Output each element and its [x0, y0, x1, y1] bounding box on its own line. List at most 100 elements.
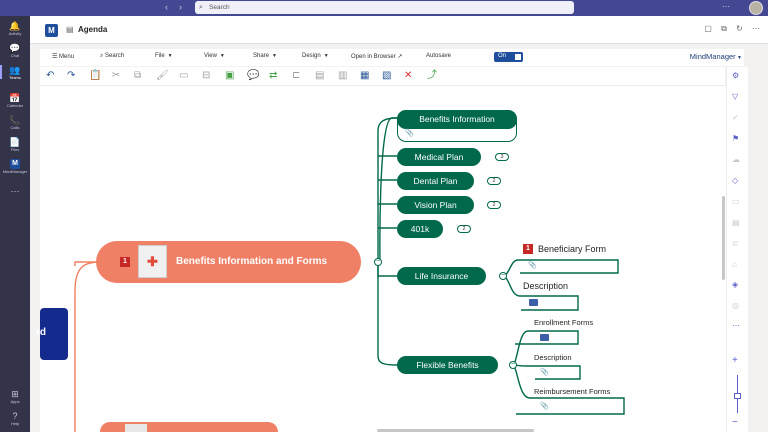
mindmanager-logo-icon: M — [45, 24, 58, 37]
root-topic[interactable]: rd — [36, 328, 46, 338]
more-options-icon[interactable]: ··· — [722, 2, 730, 11]
autosave-label: Autosave — [426, 53, 452, 59]
rail-activity[interactable]: 🔔 Activity — [0, 21, 30, 36]
copy-icon[interactable]: ⧉ — [134, 70, 141, 82]
hyperlink-icon[interactable]: ▦ — [360, 70, 369, 82]
format-painter-icon[interactable]: 🖌 — [156, 70, 169, 82]
branch-dental-plan[interactable]: Dental Plan — [397, 172, 474, 190]
chat-bubble-icon[interactable]: ▢ — [704, 24, 712, 33]
branch-401k[interactable]: 401k — [397, 220, 443, 238]
paste-icon[interactable]: 📋 — [89, 70, 101, 82]
collapse-icon[interactable]: − — [499, 272, 507, 280]
popout-icon[interactable]: ⧉ — [721, 24, 727, 33]
tag-icon[interactable]: ▧ — [382, 70, 391, 82]
share-icon[interactable]: ⤴ — [427, 70, 437, 82]
more-options-icon[interactable]: ⋯ — [752, 24, 760, 33]
central-topic[interactable]: 1 ✚ Benefits Information and Forms — [96, 241, 361, 283]
subtopic-beneficiary-form[interactable]: Beneficiary Form — [538, 244, 606, 254]
file-menu[interactable]: File ▼ — [155, 53, 173, 59]
view-menu[interactable]: View ▼ — [204, 53, 225, 59]
subtopic-enrollment-forms[interactable]: Enrollment Forms — [534, 318, 593, 327]
search-button[interactable]: ⌕ Search — [100, 53, 124, 60]
relationship-icon[interactable]: ⇄ — [269, 70, 277, 82]
attachment-icon[interactable]: ▥ — [338, 70, 347, 82]
rail-calendar[interactable]: 📅 Calendar — [0, 93, 30, 108]
brand-dropdown[interactable]: MindManager ▼ — [690, 52, 742, 61]
paperclip-icon: 📎 — [528, 262, 537, 269]
rail-calls[interactable]: 📞 Calls — [0, 115, 30, 130]
avatar[interactable] — [749, 1, 763, 15]
video-icon — [529, 299, 538, 306]
vertical-scrollbar[interactable] — [722, 196, 725, 280]
menu-button[interactable]: ☰ Menu — [52, 53, 74, 60]
cut-icon[interactable]: ✂ — [112, 70, 120, 82]
editing-toolbar: ↶ ↷ 📋 ✂ ⧉ 🖌 ▭ ⊟ ▣ 💬 ⇄ ⊏ ▤ ▥ ▦ ▧ ✕ ⤴ — [40, 67, 725, 86]
topic-count-badge[interactable]: 2 — [487, 177, 501, 185]
topic-count-badge[interactable]: 2 — [457, 225, 471, 233]
map-canvas[interactable]: rd 1 ✚ Benefits Information and Forms − … — [36, 86, 726, 432]
flag-icon[interactable]: ⚑ — [732, 134, 739, 143]
more-options-icon[interactable]: ⋯ — [732, 321, 740, 330]
topic-icon[interactable]: ▭ — [179, 70, 188, 82]
callout-icon[interactable]: 💬 — [247, 70, 259, 82]
rail-chat[interactable]: 💬 Chat — [0, 43, 30, 58]
share-menu[interactable]: Share ▼ — [253, 53, 277, 59]
apps-icon: ⊞ — [11, 389, 19, 399]
attachment-icon[interactable]: ⌂ — [732, 260, 737, 269]
link-icon[interactable]: ⊂ — [732, 239, 739, 248]
delete-icon[interactable]: ✕ — [404, 70, 412, 82]
undo-icon[interactable]: ↶ — [46, 70, 54, 82]
insert-image-icon[interactable]: ▣ — [225, 70, 234, 82]
settings-icon[interactable]: ⚙ — [732, 71, 739, 80]
subtopic-description[interactable]: Description — [534, 353, 572, 362]
subtopic-icon[interactable]: ⊟ — [202, 70, 210, 82]
paperclip-icon: 📎 — [405, 130, 414, 137]
chevron-down-icon: ▼ — [272, 53, 277, 59]
mindmanager-icon: M — [10, 159, 20, 169]
rail-files[interactable]: 📄 Files — [0, 137, 30, 152]
check-icon[interactable]: ✓ — [732, 113, 739, 122]
format-icon[interactable]: ▽ — [732, 92, 738, 101]
autosave-toggle[interactable]: On — [494, 52, 523, 62]
table-icon[interactable]: ▤ — [732, 218, 740, 227]
subtopic-description[interactable]: Description — [523, 281, 568, 291]
chevron-down-icon: ▼ — [323, 53, 329, 59]
paint-icon[interactable]: ◈ — [732, 280, 738, 289]
filter-icon[interactable]: ◎ — [732, 301, 739, 310]
rail-teams[interactable]: 👥 Teams — [0, 65, 30, 80]
notes-icon[interactable]: ▤ — [315, 70, 324, 82]
branch-vision-plan[interactable]: Vision Plan — [397, 196, 474, 214]
branch-life-insurance[interactable]: Life Insurance — [397, 267, 486, 285]
priority-icon: 1 — [120, 257, 130, 267]
zoom-out-icon[interactable]: − — [732, 417, 738, 428]
redo-icon[interactable]: ↷ — [67, 70, 75, 82]
collapse-icon[interactable]: − — [374, 258, 382, 266]
topic-count-badge[interactable]: 2 — [487, 201, 501, 209]
boundary-icon[interactable]: ⊏ — [292, 70, 300, 82]
zoom-slider-thumb[interactable] — [734, 393, 741, 399]
branch-flexible-benefits[interactable]: Flexible Benefits — [397, 356, 498, 374]
rail-help[interactable]: ? Help — [0, 411, 30, 426]
branch-medical-plan[interactable]: Medical Plan — [397, 148, 481, 166]
calendar-icon: 📅 — [9, 93, 21, 103]
refresh-icon[interactable]: ↻ — [736, 24, 743, 33]
collapse-icon[interactable]: − — [509, 361, 517, 369]
rail-mindmanager[interactable]: M MindManager — [0, 159, 30, 174]
video-icon — [540, 334, 549, 341]
teams-search-input[interactable]: ⌕ Search — [195, 1, 574, 14]
notes-icon[interactable]: ▭ — [732, 197, 740, 206]
zoom-in-icon[interactable]: + — [732, 355, 738, 366]
calls-icon: 📞 — [9, 115, 21, 125]
design-menu[interactable]: Design ▼ — [302, 53, 329, 59]
comment-icon[interactable]: ☁ — [732, 155, 740, 164]
rail-more-apps[interactable]: ⋯ — [0, 186, 30, 196]
rail-apps[interactable]: ⊞ Apps — [0, 389, 30, 404]
tag-icon[interactable]: ◇ — [732, 176, 738, 185]
paperclip-icon: 📎 — [540, 403, 549, 410]
open-in-browser-button[interactable]: Open in Browser ↗ — [351, 53, 402, 60]
subtopic-reimbursement-forms[interactable]: Reimbursement Forms — [534, 387, 610, 396]
forward-arrow-icon[interactable]: › — [179, 2, 182, 12]
topic-count-badge[interactable]: 3 — [495, 153, 509, 161]
back-arrow-icon[interactable]: ‹ — [165, 2, 168, 12]
branch-benefits-information[interactable]: Benefits Information 📎 — [397, 110, 517, 142]
